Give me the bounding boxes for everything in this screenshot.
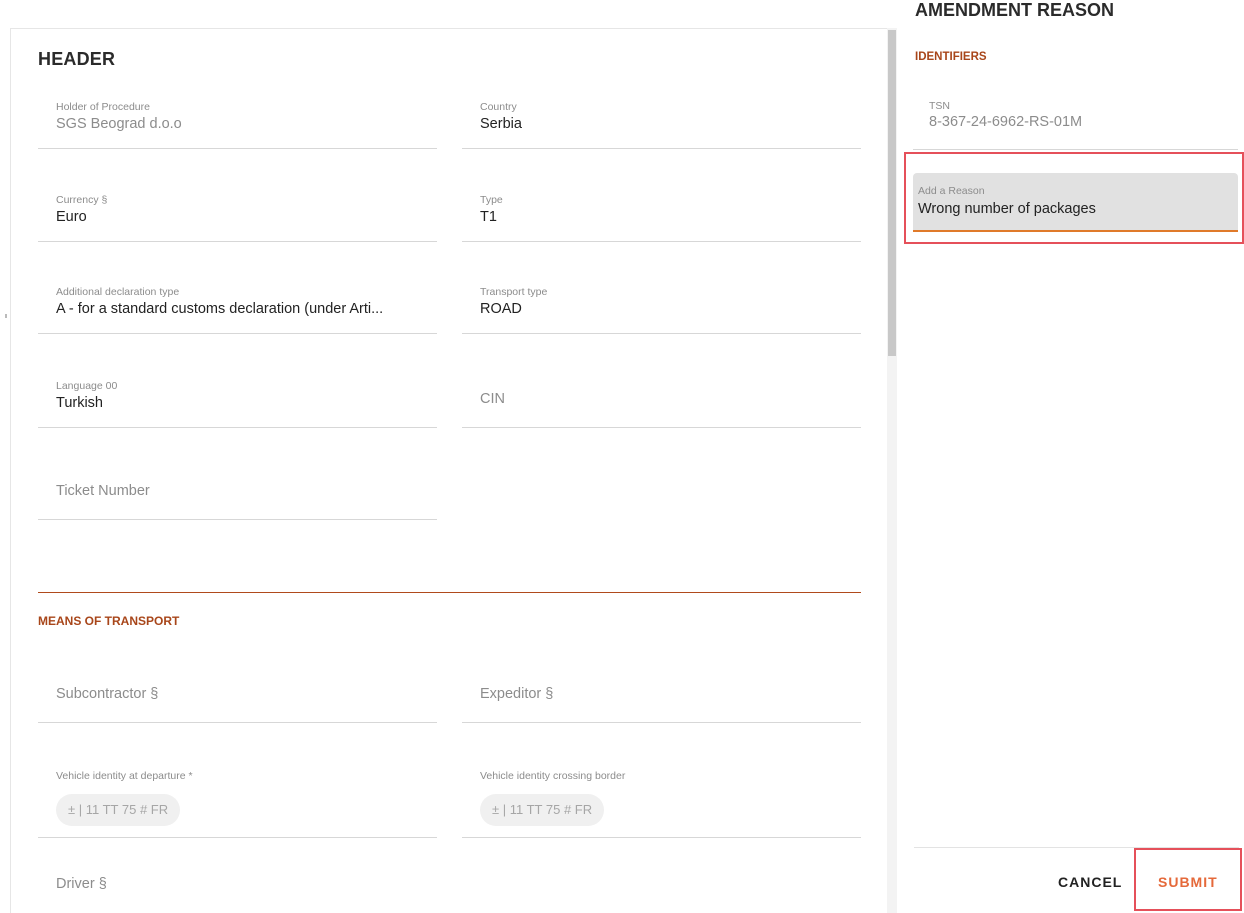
country-value: Serbia [480,116,522,132]
submit-button[interactable]: SUBMIT [1158,874,1218,890]
transport-type-value: ROAD [480,301,522,317]
vehicle-identity-departure-chip[interactable]: ± | 11 TT 75 # FR [56,794,181,826]
vehicle-identity-departure-label: Vehicle identity at departure * [56,770,193,782]
country-label: Country [480,101,517,113]
amendment-reason-title: AMENDMENT REASON [915,0,1115,20]
expeditor-placeholder: Expeditor § [480,686,554,702]
additional-declaration-type-field[interactable]: Additional declaration type A - for a st… [38,276,437,334]
type-value: T1 [480,209,497,225]
transport-type-field[interactable]: Transport type ROAD [462,276,861,334]
type-label: Type [480,194,503,206]
vehicle-identity-departure-field[interactable]: Vehicle identity at departure * ± | 11 T… [38,760,437,838]
reason-input[interactable] [918,198,1228,220]
holder-of-procedure-value: SGS Beograd d.o.o [56,116,182,132]
panel-footer-divider [914,847,1239,848]
language-field[interactable]: Language 00 Turkish [38,370,437,428]
subcontractor-field[interactable]: Subcontractor § [38,665,437,723]
tsn-label: TSN [929,100,950,112]
currency-value: Euro [56,209,87,225]
means-of-transport-title: MEANS OF TRANSPORT [38,614,180,628]
cancel-button[interactable]: CANCEL [1058,874,1122,890]
form-scrollbar-thumb[interactable] [888,30,896,356]
language-label: Language 00 [56,380,118,392]
type-field[interactable]: Type T1 [462,184,861,242]
ticket-number-field[interactable]: Ticket Number [38,462,437,520]
vehicle-identity-border-chip[interactable]: ± | 11 TT 75 # FR [480,794,605,826]
additional-declaration-type-value: A - for a standard customs declaration (… [56,301,384,317]
holder-of-procedure-label: Holder of Procedure [56,101,150,113]
reason-label: Add a Reason [918,185,985,197]
transport-type-label: Transport type [480,286,548,298]
cin-field[interactable]: CIN [462,370,861,428]
identifiers-title: IDENTIFIERS [915,51,987,63]
country-field[interactable]: Country Serbia [462,91,861,149]
reason-field[interactable]: Add a Reason [913,173,1238,232]
header-section-title: HEADER [38,49,116,69]
cin-placeholder: CIN [480,391,505,407]
ticket-number-placeholder: Ticket Number [56,483,150,499]
holder-of-procedure-field[interactable]: Holder of Procedure SGS Beograd d.o.o [38,91,437,149]
currency-label: Currency § [56,194,108,206]
section-divider [38,592,861,593]
driver-placeholder: Driver § [56,876,107,892]
vehicle-identity-border-field[interactable]: Vehicle identity crossing border ± | 11 … [462,760,861,838]
vehicle-identity-border-label: Vehicle identity crossing border [480,770,626,782]
tsn-value: 8-367-24-6962-RS-01M [929,114,1083,130]
edge-marker [5,314,7,318]
driver-field[interactable]: Driver § [38,855,437,913]
currency-field[interactable]: Currency § Euro [38,184,437,242]
subcontractor-placeholder: Subcontractor § [56,686,159,702]
additional-declaration-type-label: Additional declaration type [56,286,180,298]
tsn-field: TSN 8-367-24-6962-RS-01M [913,92,1238,150]
language-value: Turkish [56,395,103,411]
expeditor-field[interactable]: Expeditor § [462,665,861,723]
